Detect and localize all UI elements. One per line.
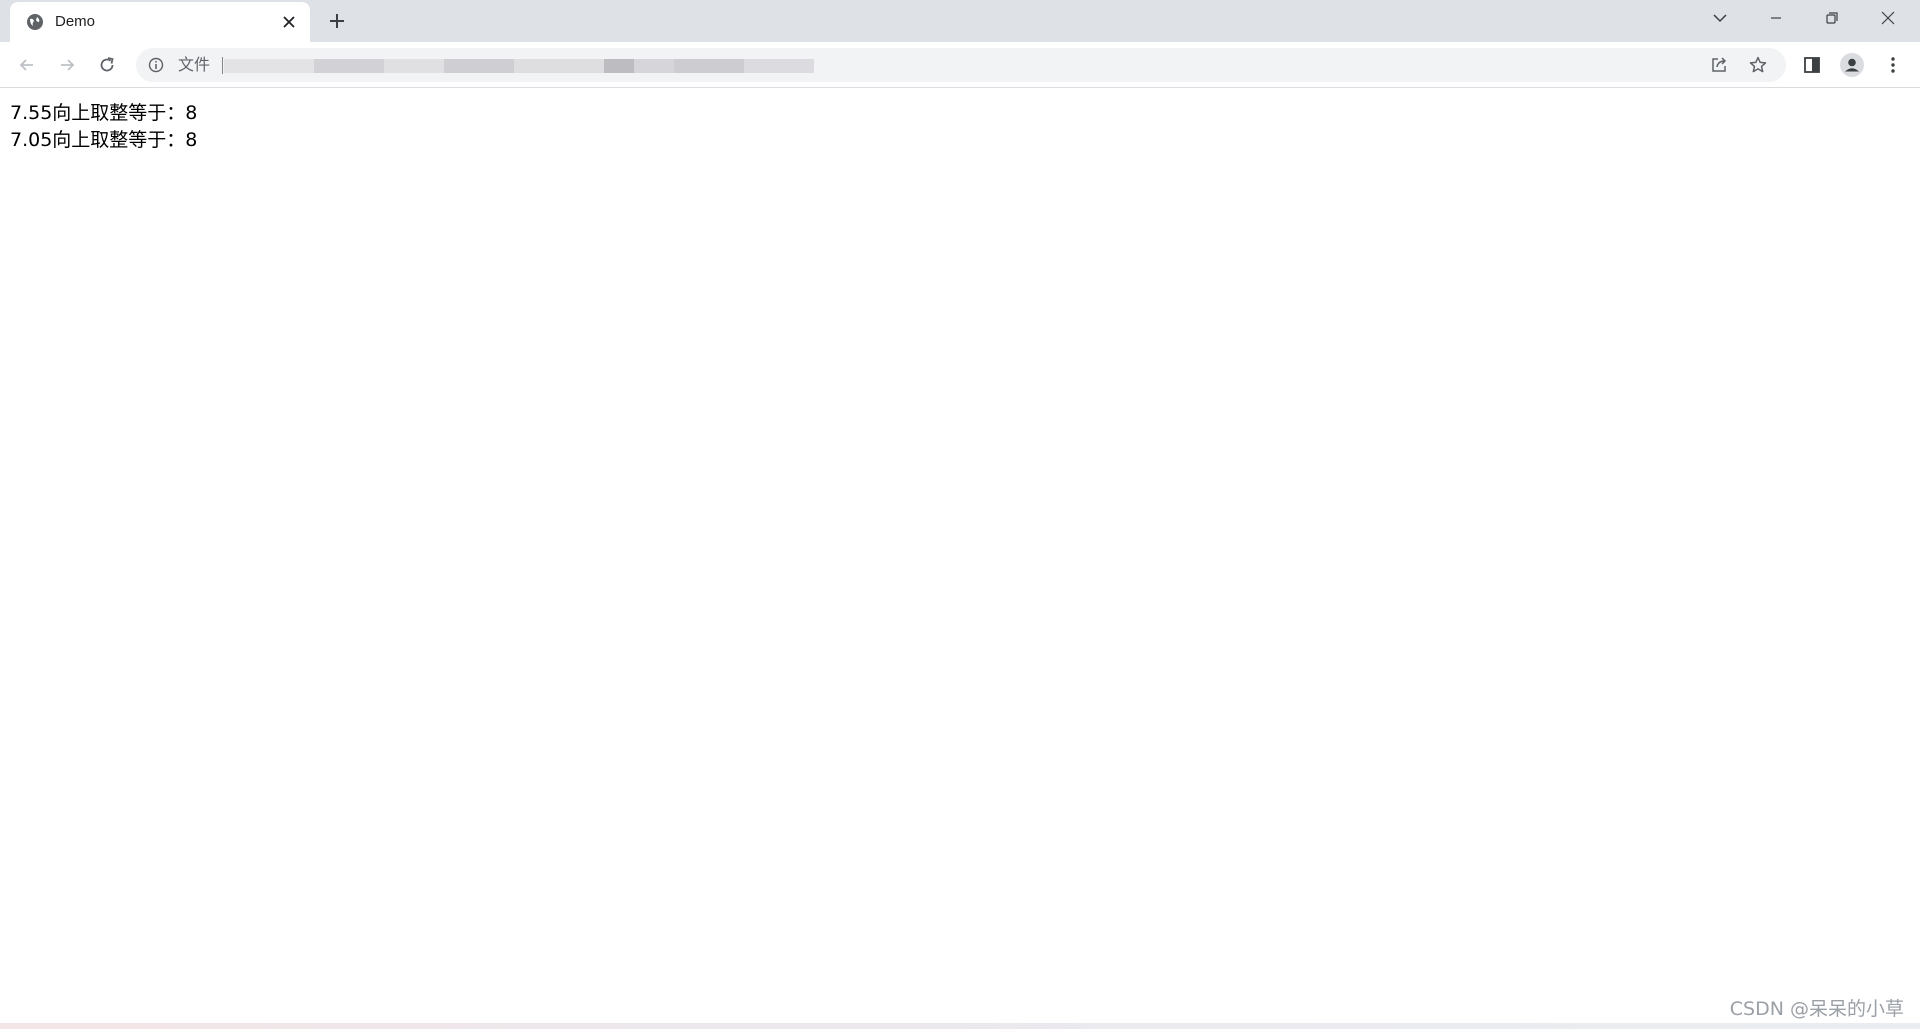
arrow-right-icon xyxy=(61,59,75,71)
reload-button[interactable] xyxy=(93,51,121,79)
chevron-down-icon xyxy=(1713,14,1727,23)
page-content: 7.55向上取整等于：8 7.05向上取整等于：8 xyxy=(10,100,197,154)
blurred-url[interactable] xyxy=(224,55,814,75)
address-bar[interactable]: 文件 xyxy=(136,48,1786,82)
result-line: 7.05向上取整等于：8 xyxy=(10,129,198,151)
close-icon xyxy=(1881,11,1895,25)
browser-toolbar: 文件 xyxy=(0,42,1920,88)
minimize-icon xyxy=(1771,17,1781,19)
tab-demo[interactable]: Demo xyxy=(10,2,310,42)
forward-button[interactable] xyxy=(53,51,81,79)
side-panel-icon xyxy=(1804,57,1820,73)
close-window-button[interactable] xyxy=(1860,0,1916,36)
menu-button[interactable] xyxy=(1881,53,1905,77)
share-icon[interactable] xyxy=(1709,55,1729,75)
arrow-left-icon xyxy=(19,59,33,71)
taskbar-edge xyxy=(0,1023,1920,1029)
profile-button[interactable] xyxy=(1840,53,1864,77)
restore-icon xyxy=(1826,12,1838,24)
star-icon[interactable] xyxy=(1748,55,1768,75)
profile-icon xyxy=(1840,53,1864,77)
restore-button[interactable] xyxy=(1804,0,1860,36)
csdn-watermark: CSDN @呆呆的小草 xyxy=(1729,998,1904,1020)
close-tab-icon[interactable] xyxy=(280,13,298,31)
globe-icon xyxy=(27,14,43,30)
file-scheme-label: 文件 xyxy=(178,55,211,74)
back-button[interactable] xyxy=(13,51,41,79)
info-icon[interactable] xyxy=(148,57,164,73)
minimize-button[interactable] xyxy=(1748,0,1804,36)
url-separator xyxy=(222,57,223,74)
side-panel-button[interactable] xyxy=(1800,53,1824,77)
reload-icon xyxy=(100,57,114,72)
tab-strip: Demo xyxy=(0,0,1920,42)
new-tab-icon[interactable] xyxy=(327,11,347,31)
tab-title: Demo xyxy=(55,13,96,30)
result-line: 7.55向上取整等于：8 xyxy=(10,102,198,124)
kebab-menu-icon xyxy=(1891,57,1895,73)
tab-search-button[interactable] xyxy=(1692,0,1748,36)
